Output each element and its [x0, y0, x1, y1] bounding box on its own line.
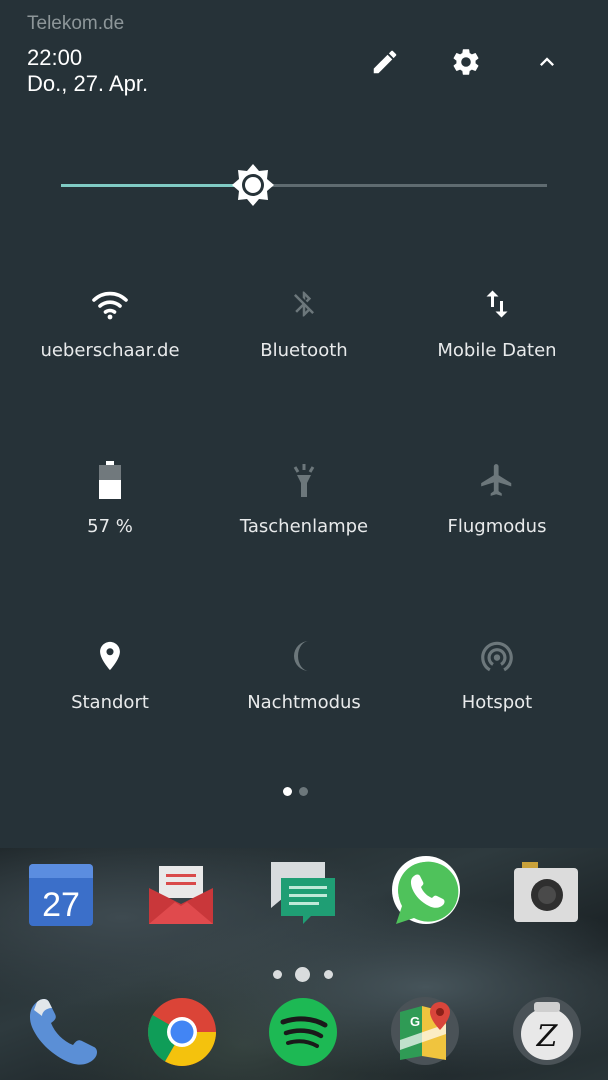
clock-time[interactable]: 22:00: [27, 45, 82, 71]
tile-mobile-data[interactable]: Mobile Daten: [399, 282, 595, 402]
calendar-app-icon: 27: [29, 864, 93, 926]
phone-app[interactable]: [25, 996, 98, 1068]
whatsapp-app[interactable]: [388, 854, 460, 926]
home-page-dot-active[interactable]: [295, 967, 310, 982]
qs-page-dot[interactable]: [299, 787, 308, 796]
battery-icon: [99, 461, 121, 499]
tile-night-mode[interactable]: Nachtmodus: [206, 634, 402, 754]
settings-button[interactable]: [444, 40, 488, 84]
moon-icon: [294, 641, 309, 671]
spotify-app-icon: [269, 998, 337, 1066]
mobile-data-icon: [486, 290, 508, 318]
email-app-icon: [149, 866, 213, 924]
camera-app[interactable]: [510, 858, 582, 930]
tile-label: Hotspot: [461, 692, 533, 713]
date-label[interactable]: Do., 27. Apr.: [27, 71, 148, 97]
tile-hotspot[interactable]: Hotspot: [399, 634, 595, 754]
svg-text:G: G: [410, 1014, 420, 1029]
brightness-track-empty[interactable]: [253, 184, 547, 187]
wifi-icon: [92, 291, 128, 320]
settings-gear-icon: [453, 49, 479, 75]
whatsapp-app-icon: [392, 856, 460, 924]
location-icon: [100, 641, 120, 671]
qs-page-indicator: [283, 787, 313, 797]
camera-app-icon: [514, 862, 578, 922]
tile-label: Bluetooth: [260, 340, 348, 361]
email-app[interactable]: [145, 858, 217, 930]
tile-bluetooth[interactable]: Bluetooth: [206, 282, 402, 402]
tile-label: Flugmodus: [447, 516, 547, 537]
edit-button[interactable]: [363, 40, 407, 84]
bluetooth-off-icon: [294, 291, 314, 317]
home-page-dot[interactable]: [273, 970, 282, 979]
tile-flashlight[interactable]: Taschenlampe: [206, 458, 402, 578]
home-page-indicator: [268, 964, 338, 984]
quick-settings-panel: Telekom.de 22:00 Do., 27. Apr. ueberscha…: [0, 0, 608, 848]
tile-label: Mobile Daten: [437, 340, 557, 361]
zeit-app-icon: Z: [513, 997, 581, 1065]
tile-label: Taschenlampe: [239, 516, 369, 537]
hotspot-icon: [481, 641, 513, 672]
tile-label: Standort: [71, 692, 149, 713]
brightness-track-filled[interactable]: [61, 184, 253, 187]
edit-icon: [373, 50, 397, 74]
messages-app[interactable]: [267, 858, 339, 930]
zeit-letter: Z: [536, 1019, 559, 1054]
carrier-name: Telekom.de: [27, 13, 125, 34]
home-page-dot[interactable]: [324, 970, 333, 979]
tile-label: ueberschaar.de: [40, 340, 180, 361]
tile-airplane[interactable]: Flugmodus: [399, 458, 595, 578]
collapse-chevron-icon: [540, 57, 554, 66]
calendar-app[interactable]: 27: [25, 858, 97, 930]
maps-app-icon: G: [391, 997, 459, 1065]
chrome-app[interactable]: [146, 996, 218, 1068]
qs-page-dot-active[interactable]: [283, 787, 292, 796]
spotify-app[interactable]: [267, 996, 339, 1068]
chrome-app-icon: [148, 998, 216, 1066]
tile-location[interactable]: Standort: [12, 634, 208, 754]
home-screen-background: 27 G Z: [0, 848, 608, 1080]
zeit-app[interactable]: Z: [510, 994, 582, 1066]
airplane-icon: [481, 464, 512, 496]
tile-battery[interactable]: 57 %: [12, 458, 208, 578]
tile-wifi[interactable]: ueberschaar.de: [12, 282, 208, 402]
calendar-day: 27: [42, 886, 80, 924]
flashlight-icon: [293, 464, 315, 497]
tile-label: Nachtmodus: [247, 692, 361, 713]
maps-app[interactable]: G: [388, 994, 460, 1066]
tile-label: 57 %: [87, 516, 133, 537]
collapse-button[interactable]: [525, 40, 569, 84]
brightness-thumb-icon[interactable]: [231, 163, 275, 207]
phone-app-icon: [29, 999, 98, 1065]
messages-app-icon: [271, 862, 335, 924]
